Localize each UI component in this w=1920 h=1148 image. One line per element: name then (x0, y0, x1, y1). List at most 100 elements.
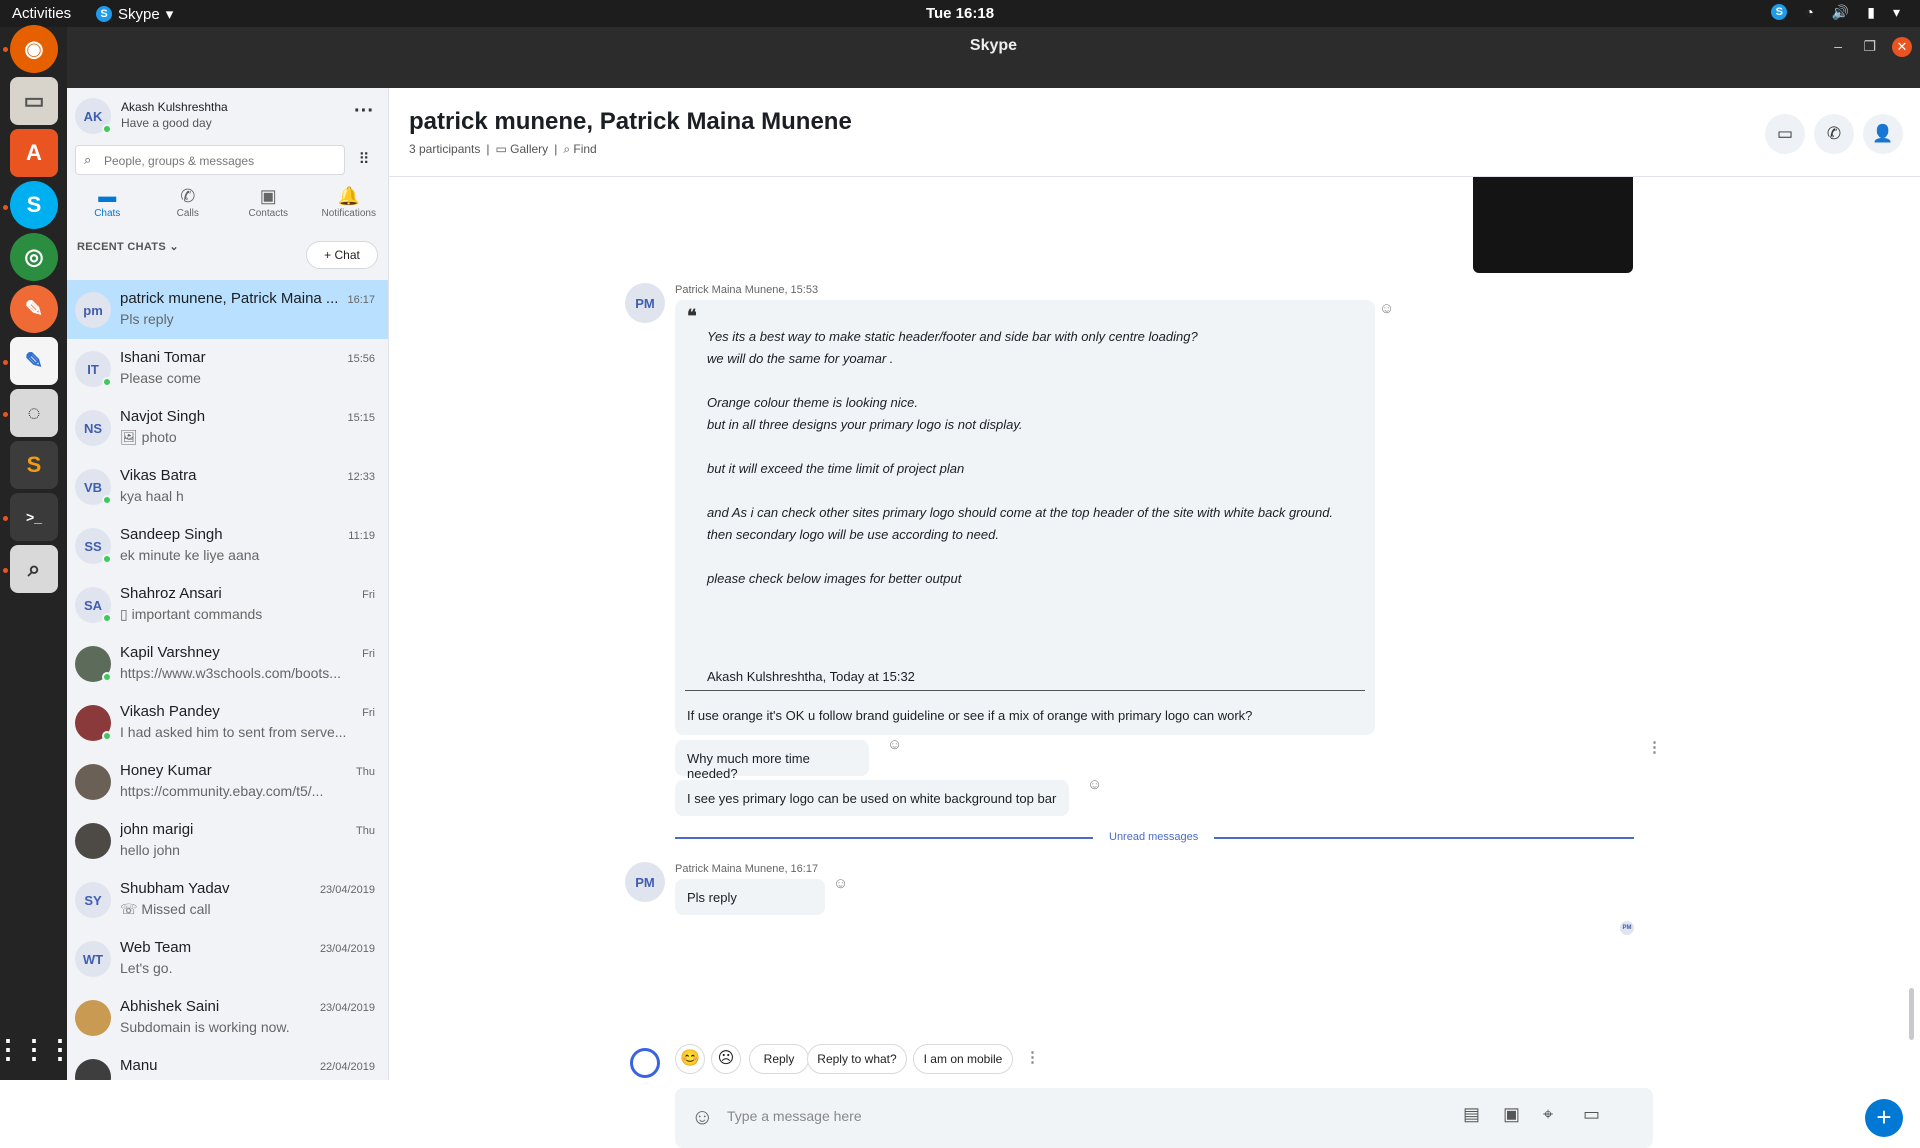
minimize-icon[interactable]: – (1834, 38, 1842, 54)
terminal-icon[interactable]: >_ (10, 493, 58, 541)
tab-contacts[interactable]: ▣ Contacts (228, 184, 309, 228)
video-call-button[interactable]: ▭ (1765, 114, 1805, 154)
suggestion-on-mobile[interactable]: I am on mobile (913, 1044, 1013, 1074)
skype-dock-icon[interactable]: S (10, 181, 58, 229)
emoji-sad-suggestion[interactable]: ☹ (711, 1044, 741, 1074)
avatar (75, 823, 111, 859)
tab-notifications[interactable]: 🔔 Notifications (309, 184, 389, 228)
gallery-link[interactable]: ▭ Gallery (496, 142, 549, 157)
postman-icon[interactable]: ✎ (10, 285, 58, 333)
list-item[interactable]: Kapil Varshney https://www.w3schools.com… (67, 634, 388, 693)
list-item[interactable]: Vikash Pandey I had asked him to sent fr… (67, 693, 388, 752)
skype-tray-icon[interactable]: S (1771, 4, 1788, 20)
conversation-pane: patrick munene, Patrick Maina Munene 3 p… (389, 88, 1920, 1148)
chat-time: Fri (362, 589, 375, 601)
message-bubble[interactable]: Why much more time needed? (675, 740, 869, 781)
scrollbar[interactable] (1909, 988, 1914, 1040)
new-chat-label: Chat (334, 248, 360, 262)
search-app-icon[interactable]: ⌕ (10, 545, 58, 593)
gallery-icon: ▭ (495, 142, 511, 156)
chat-preview: I had asked him to sent from serve... (120, 724, 347, 740)
text-editor-icon[interactable]: ✎ (10, 337, 58, 385)
restore-icon[interactable]: ❐ (1863, 38, 1876, 55)
participants-link[interactable]: 3 participants (409, 142, 480, 157)
app-grid-icon[interactable]: ⋮⋮⋮ (0, 1025, 73, 1073)
search-input[interactable]: ⌕ People, groups & messages (75, 145, 345, 175)
reaction-icon[interactable]: ☺ (1379, 300, 1394, 317)
image-thumbnail[interactable] (1473, 177, 1633, 273)
list-item[interactable]: SY Shubham Yadav ☏ Missed call 23/04/201… (67, 870, 388, 929)
list-item[interactable]: VB Vikas Batra kya haal h 12:33 (67, 457, 388, 516)
avatar[interactable]: PM (625, 283, 665, 323)
message-sender: Patrick Maina Munene, 15:53 (675, 284, 819, 296)
location-icon[interactable]: ⌖ (1543, 1104, 1553, 1125)
system-tray[interactable]: S ◔ 🔊 ▮ ▾ (1771, 4, 1900, 21)
reaction-icon[interactable]: ☺ (833, 875, 848, 892)
chat-preview: ☏ Missed call (120, 901, 211, 917)
reaction-icon[interactable]: ☺ (1087, 776, 1102, 793)
find-link[interactable]: ⌕ Find (563, 142, 596, 157)
battery-icon[interactable]: ▮ (1867, 4, 1875, 21)
list-item[interactable]: Honey Kumar https://community.ebay.com/t… (67, 752, 388, 811)
list-item[interactable]: SS Sandeep Singh ek minute ke liye aana … (67, 516, 388, 575)
audio-call-button[interactable]: ✆ (1814, 114, 1854, 154)
conversation-title[interactable]: patrick munene, Patrick Maina Munene (409, 108, 852, 136)
sublime-icon[interactable]: S (10, 441, 58, 489)
recent-chats-header[interactable]: RECENT CHATS ⌄ (77, 240, 179, 253)
video-message-icon[interactable]: ▭ (1583, 1104, 1600, 1125)
chevron-down-icon[interactable]: ▾ (1893, 4, 1900, 21)
avatar[interactable]: AK (75, 98, 112, 134)
quote-line: but it will exceed the time limit of pro… (707, 461, 965, 476)
reaction-icon[interactable]: ☺ (887, 736, 902, 753)
screenshot-icon[interactable]: ◌ (10, 389, 58, 437)
list-item[interactable]: Manu 22/04/2019 (67, 1047, 388, 1080)
online-status-dot (102, 495, 112, 505)
list-item[interactable]: Abhishek Saini Subdomain is working now.… (67, 988, 388, 1047)
files-icon[interactable]: ▭ (10, 77, 58, 125)
message-bubble[interactable]: I see yes primary logo can be used on wh… (675, 780, 1069, 816)
add-people-button[interactable]: 👤 (1863, 114, 1903, 154)
emoji-smile-suggestion[interactable]: 😊 (675, 1044, 705, 1074)
suggestion-reply-to-what[interactable]: Reply to what? (807, 1044, 907, 1074)
clock[interactable]: Tue 16:18 (0, 5, 1920, 22)
list-item[interactable]: NS Navjot Singh 🖼 photo 15:15 (67, 398, 388, 457)
quote-line: and As i can check other sites primary l… (707, 505, 1334, 520)
chrome-icon[interactable]: ◎ (10, 233, 58, 281)
add-button[interactable]: + (1865, 1099, 1903, 1137)
software-icon[interactable]: A (10, 129, 58, 177)
quote-line: please check below images for better out… (707, 571, 962, 586)
new-chat-button[interactable]: + Chat (306, 241, 378, 269)
contact-card-icon[interactable]: ▣ (1503, 1104, 1520, 1125)
chat-time: 23/04/2019 (319, 1002, 375, 1014)
more-suggestions-icon[interactable]: ⋮ (1025, 1048, 1040, 1066)
volume-icon[interactable]: 🔊 (1832, 4, 1849, 21)
profile-name: Akash Kulshreshtha (121, 100, 228, 114)
dialpad-icon[interactable]: ⠿ (349, 145, 379, 175)
close-icon[interactable]: ✕ (1892, 37, 1912, 57)
quoted-message-bubble[interactable]: ❝ Yes its a best way to make static head… (675, 300, 1375, 735)
list-item[interactable]: SA Shahroz Ansari ▯ important commands F… (67, 575, 388, 634)
list-item[interactable]: IT Ishani Tomar Please come 15:56 (67, 339, 388, 398)
chat-time: Fri (362, 648, 375, 660)
message-menu-icon[interactable]: ⋮ (1647, 738, 1662, 756)
list-item[interactable]: WT Web Team Let's go. 23/04/2019 (67, 929, 388, 988)
list-item[interactable]: john marigi hello john Thu (67, 811, 388, 870)
profile-header[interactable]: AK Akash Kulshreshtha Have a good day ··… (75, 96, 380, 140)
avatar[interactable]: PM (625, 862, 665, 902)
chat-name: Shubham Yadav (120, 880, 230, 897)
suggestion-reply[interactable]: Reply (749, 1044, 809, 1074)
emoji-icon[interactable]: ☺ (691, 1104, 713, 1130)
message-composer[interactable]: ☺ Type a message here ▤ ▣ ⌖ ▭ (675, 1088, 1653, 1148)
firefox-icon[interactable]: ◉ (10, 25, 58, 73)
message-bubble[interactable]: Pls reply (675, 879, 825, 915)
message-input[interactable]: Type a message here (727, 1108, 862, 1124)
chat-preview: https://www.w3schools.com/boots... (120, 665, 341, 681)
chat-time: 12:33 (347, 471, 375, 483)
tab-label: Notifications (321, 208, 376, 219)
wifi-icon[interactable]: ◔ (1805, 4, 1813, 21)
tab-chats[interactable]: ▬ Chats (67, 184, 148, 228)
tab-calls[interactable]: ✆ Calls (148, 184, 229, 228)
more-options-icon[interactable]: ··· (354, 100, 374, 123)
list-item[interactable]: pm patrick munene, Patrick Maina ... Pls… (67, 280, 388, 339)
attach-media-icon[interactable]: ▤ (1463, 1104, 1480, 1125)
